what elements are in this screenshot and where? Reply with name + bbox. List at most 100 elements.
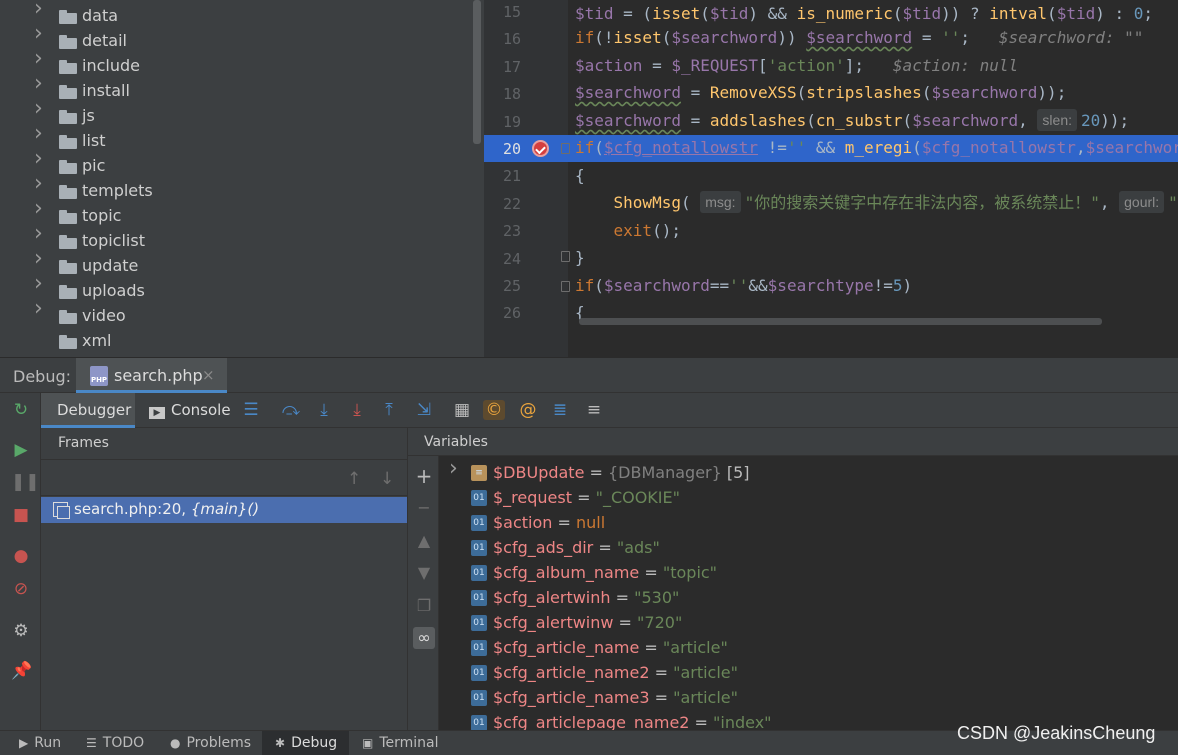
code-line-17[interactable]: $action = $_REQUEST['action']; $action: … [575, 52, 1018, 79]
chevron-right-icon[interactable]: › [34, 123, 48, 145]
variable-row[interactable]: 01 $cfg_article_name3 = "article" [439, 685, 1178, 710]
run-to-cursor-icon[interactable]: ⇲ [413, 400, 435, 420]
step-out-icon[interactable]: ⤒ [378, 400, 400, 420]
variable-row[interactable]: 01 $_request = "_COOKIE" [439, 485, 1178, 510]
frame-row-selected[interactable]: search.php:20, {main}() [41, 497, 407, 523]
line-number[interactable]: 23 [484, 222, 521, 240]
close-icon[interactable]: × [202, 366, 215, 384]
variable-row[interactable]: 01 $cfg_album_name = "topic" [439, 560, 1178, 585]
code-editor[interactable]: 15 16 17 18 19 20 21 22 23 24 25 26 $tid = (isset($… [484, 0, 1178, 357]
tree-item-video[interactable]: › video [0, 298, 470, 329]
code-line-23[interactable]: exit(); [575, 217, 681, 244]
code-line-21[interactable]: { [575, 162, 585, 189]
force-step-into-icon[interactable]: ⤓ [346, 400, 368, 420]
tree-item-topic[interactable]: › topic [0, 198, 470, 229]
line-number[interactable]: 25 [484, 277, 521, 295]
chevron-right-icon[interactable]: › [34, 48, 48, 70]
tab-console[interactable]: ▶ Console [149, 401, 231, 419]
fold-marker-icon[interactable] [561, 251, 570, 262]
tree-item-include[interactable]: › include [0, 48, 470, 79]
variable-row[interactable]: 01 $cfg_alertwinh = "530" [439, 585, 1178, 610]
tab-run[interactable]: ▶ Run [19, 735, 61, 751]
tab-debugger[interactable]: Debugger [41, 393, 135, 428]
tree-item-uploads[interactable]: › uploads [0, 273, 470, 304]
pause-icon[interactable]: ❚❚ [11, 472, 40, 492]
code-line-22[interactable]: ShowMsg( msg: "你的搜索关键字中存在非法内容，被系统禁止！", go… [575, 189, 1178, 216]
code-line-18[interactable]: $searchword = RemoveXSS(stripslashes($se… [575, 79, 1066, 106]
php-class-icon[interactable]: © [483, 400, 505, 420]
line-number[interactable]: 18 [484, 85, 521, 103]
line-number[interactable]: 22 [484, 195, 521, 213]
tab-problems[interactable]: ● Problems [170, 735, 251, 751]
line-number[interactable]: 20 [484, 140, 521, 158]
line-number[interactable]: 19 [484, 113, 521, 131]
remove-watch-icon[interactable]: − [413, 497, 435, 519]
tab-todo[interactable]: ☰ TODO [86, 735, 144, 751]
chevron-right-icon[interactable]: › [34, 173, 48, 195]
code-line-24[interactable]: } [575, 244, 585, 271]
pin-tab-icon[interactable]: 📌 [11, 661, 32, 681]
code-line-16[interactable]: if(!isset($searchword)) $searchword = ''… [575, 24, 1143, 51]
settings-gear-icon[interactable]: ⚙ [11, 621, 31, 641]
chevron-right-icon[interactable]: › [34, 23, 48, 45]
line-number[interactable]: 15 [484, 3, 521, 21]
frame-down-icon[interactable]: ↓ [380, 469, 394, 489]
tree-scrollbar[interactable] [473, 0, 481, 144]
code-line-25[interactable]: if($searchword==''&&$searchtype!=5) [575, 272, 912, 299]
tree-item-js[interactable]: › js [0, 98, 470, 129]
fold-marker-icon[interactable] [561, 143, 570, 154]
tab-debug[interactable]: ✱ Debug [275, 735, 337, 751]
frame-up-icon[interactable]: ↑ [347, 469, 361, 489]
tab-terminal[interactable]: ▣ Terminal [362, 735, 439, 751]
chevron-right-icon[interactable]: › [34, 148, 48, 170]
add-watch-icon[interactable]: + [413, 465, 435, 487]
tree-item-update[interactable]: › update [0, 248, 470, 279]
resume-icon[interactable]: ▶ [11, 440, 31, 460]
tree-item-detail[interactable]: › detail [0, 23, 470, 54]
code-line-19[interactable]: $searchword = addslashes(cn_substr($sear… [575, 107, 1129, 134]
chevron-right-icon[interactable]: › [34, 98, 48, 120]
mute-breakpoints-icon[interactable]: ⊘ [11, 579, 31, 599]
code-line-20[interactable]: if($cfg_notallowstr !='' && m_eregi($cfg… [575, 134, 1178, 161]
chevron-right-icon[interactable]: › [34, 0, 48, 20]
chevron-right-icon[interactable]: › [34, 223, 48, 245]
chevron-right-icon[interactable]: › [34, 298, 48, 320]
show-execution-point-icon[interactable]: ☰ [240, 400, 262, 420]
view-breakpoints-icon[interactable]: ● [11, 546, 31, 566]
variable-row[interactable]: › ≡ $DBUpdate = {DBManager} [5] [439, 456, 1178, 485]
tree-item-install[interactable]: › install [0, 73, 470, 104]
variable-row[interactable]: 01 $cfg_ads_dir = "ads" [439, 535, 1178, 560]
line-number[interactable]: 26 [484, 304, 521, 322]
chevron-right-icon[interactable]: › [34, 248, 48, 270]
line-number[interactable]: 21 [484, 167, 521, 185]
rerun-icon[interactable]: ↻ [11, 400, 31, 420]
copy-icon[interactable]: ❐ [413, 595, 435, 617]
chevron-right-icon[interactable]: › [34, 73, 48, 95]
chevron-right-icon[interactable]: › [449, 456, 458, 481]
stop-icon[interactable]: ■ [11, 505, 31, 525]
variable-row[interactable]: 01 $action = null [439, 510, 1178, 535]
tree-item-pic[interactable]: › pic [0, 148, 470, 179]
tree-item-list[interactable]: › list [0, 123, 470, 154]
php-at-icon[interactable]: @ [517, 400, 539, 420]
move-down-icon[interactable]: ▼ [413, 562, 435, 584]
line-number[interactable]: 24 [484, 250, 521, 268]
move-up-icon[interactable]: ▲ [413, 530, 435, 552]
code-line-15[interactable]: $tid = (isset($tid) && is_numeric($tid))… [575, 0, 1153, 27]
step-into-icon[interactable]: ⤓ [313, 400, 335, 420]
tree-item-topiclist[interactable]: › topiclist [0, 223, 470, 254]
chevron-right-icon[interactable]: › [34, 273, 48, 295]
fold-marker-icon[interactable] [561, 281, 570, 292]
tree-item-templets[interactable]: › templets [0, 173, 470, 204]
line-number[interactable]: 17 [484, 58, 521, 76]
tree-item-data[interactable]: › data [0, 0, 470, 29]
evaluate-expression-icon[interactable]: ▦ [451, 400, 473, 420]
add-watch-list-icon[interactable]: ≡ [583, 400, 605, 420]
line-number[interactable]: 16 [484, 30, 521, 48]
variable-row[interactable]: 01 $cfg_article_name2 = "article" [439, 660, 1178, 685]
list-icon[interactable]: ≣ [549, 400, 571, 420]
glasses-icon[interactable]: ∞ [413, 627, 435, 649]
breakpoint-icon[interactable] [532, 140, 549, 157]
chevron-right-icon[interactable]: › [34, 198, 48, 220]
debug-session-tab[interactable]: PHP search.php × [76, 358, 227, 393]
